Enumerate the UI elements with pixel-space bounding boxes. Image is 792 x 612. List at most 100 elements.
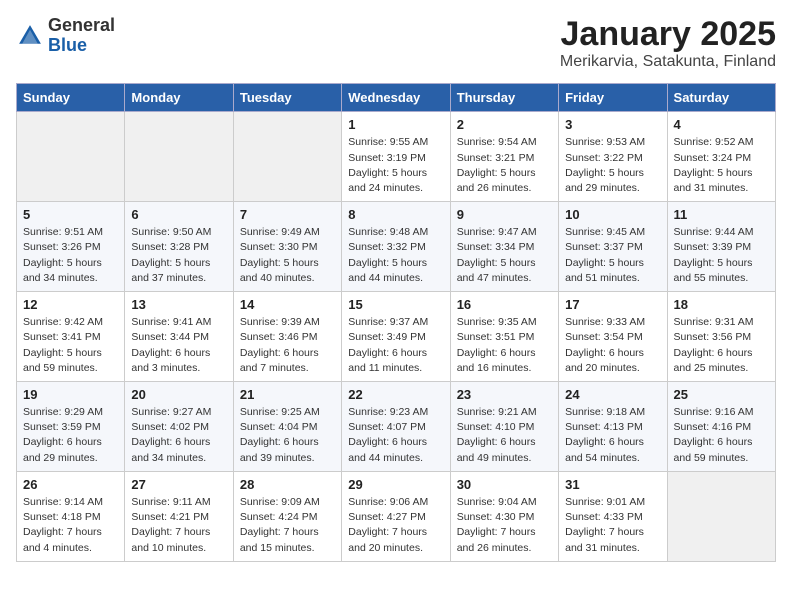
day-cell: 20Sunrise: 9:27 AM Sunset: 4:02 PM Dayli…	[125, 382, 233, 472]
day-cell: 8Sunrise: 9:48 AM Sunset: 3:32 PM Daylig…	[342, 202, 450, 292]
week-row-1: 1 Sunrise: 9:55 AM Sunset: 3:19 PM Daylig…	[17, 112, 776, 202]
day-number: 17	[565, 297, 660, 312]
col-header-monday: Monday	[125, 84, 233, 112]
day-info: Sunrise: 9:06 AM Sunset: 4:27 PM Dayligh…	[348, 495, 443, 556]
logo-blue: Blue	[48, 36, 115, 56]
day-cell	[17, 112, 125, 202]
day-cell: 31 Sunrise: 9:01 AM Sunset: 4:33 PM Dayli…	[559, 471, 667, 561]
day-cell: 12 Sunrise: 9:42 AM Sunset: 3:41 PM Dayli…	[17, 292, 125, 382]
logo: General Blue	[16, 16, 115, 56]
day-cell	[125, 112, 233, 202]
day-cell	[667, 471, 775, 561]
day-number: 27	[131, 477, 226, 492]
day-cell: 7 Sunrise: 9:49 AM Sunset: 3:30 PM Daylig…	[233, 202, 341, 292]
day-cell: 21 Sunrise: 9:25 AM Sunset: 4:04 PM Dayli…	[233, 382, 341, 472]
day-number: 20	[131, 387, 226, 402]
day-cell: 15 Sunrise: 9:37 AM Sunset: 3:49 PM Dayli…	[342, 292, 450, 382]
day-cell: 4 Sunrise: 9:52 AM Sunset: 3:24 PM Daylig…	[667, 112, 775, 202]
day-number: 6	[131, 207, 226, 222]
day-cell: 6 Sunrise: 9:50 AM Sunset: 3:28 PM Daylig…	[125, 202, 233, 292]
week-row-2: 5 Sunrise: 9:51 AM Sunset: 3:26 PM Daylig…	[17, 202, 776, 292]
day-info: Sunrise: 9:31 AM Sunset: 3:56 PM Dayligh…	[674, 315, 769, 376]
day-number: 3	[565, 117, 660, 132]
day-cell: 10Sunrise: 9:45 AM Sunset: 3:37 PM Dayli…	[559, 202, 667, 292]
day-cell: 30 Sunrise: 9:04 AM Sunset: 4:30 PM Dayli…	[450, 471, 558, 561]
title-block: January 2025 Merikarvia, Satakunta, Finl…	[560, 16, 776, 71]
col-header-friday: Friday	[559, 84, 667, 112]
day-number: 19	[23, 387, 118, 402]
day-number: 15	[348, 297, 443, 312]
day-number: 18	[674, 297, 769, 312]
day-info: Sunrise: 9:37 AM Sunset: 3:49 PM Dayligh…	[348, 315, 443, 376]
day-info: Sunrise: 9:18 AM Sunset: 4:13 PM Dayligh…	[565, 405, 660, 466]
day-info: Sunrise: 9:45 AM Sunset: 3:37 PM Dayligh…	[565, 225, 660, 286]
day-info: Sunrise: 9:39 AM Sunset: 3:46 PM Dayligh…	[240, 315, 335, 376]
day-cell: 13Sunrise: 9:41 AM Sunset: 3:44 PM Dayli…	[125, 292, 233, 382]
day-info: Sunrise: 9:01 AM Sunset: 4:33 PM Dayligh…	[565, 495, 660, 556]
day-cell: 28Sunrise: 9:09 AM Sunset: 4:24 PM Dayli…	[233, 471, 341, 561]
col-header-sunday: Sunday	[17, 84, 125, 112]
day-info: Sunrise: 9:11 AM Sunset: 4:21 PM Dayligh…	[131, 495, 226, 556]
col-header-tuesday: Tuesday	[233, 84, 341, 112]
day-cell: 2 Sunrise: 9:54 AM Sunset: 3:21 PM Daylig…	[450, 112, 558, 202]
day-cell: 9 Sunrise: 9:47 AM Sunset: 3:34 PM Daylig…	[450, 202, 558, 292]
day-number: 1	[348, 117, 443, 132]
day-info: Sunrise: 9:50 AM Sunset: 3:28 PM Dayligh…	[131, 225, 226, 286]
day-number: 30	[457, 477, 552, 492]
day-info: Sunrise: 9:29 AM Sunset: 3:59 PM Dayligh…	[23, 405, 118, 466]
day-info: Sunrise: 9:41 AM Sunset: 3:44 PM Dayligh…	[131, 315, 226, 376]
day-number: 5	[23, 207, 118, 222]
day-number: 23	[457, 387, 552, 402]
day-number: 25	[674, 387, 769, 402]
day-info: Sunrise: 9:33 AM Sunset: 3:54 PM Dayligh…	[565, 315, 660, 376]
week-row-3: 12 Sunrise: 9:42 AM Sunset: 3:41 PM Dayli…	[17, 292, 776, 382]
calendar-header-row: SundayMondayTuesdayWednesdayThursdayFrid…	[17, 84, 776, 112]
day-info: Sunrise: 9:49 AM Sunset: 3:30 PM Dayligh…	[240, 225, 335, 286]
page-header: General Blue January 2025 Merikarvia, Sa…	[16, 16, 776, 71]
day-info: Sunrise: 9:21 AM Sunset: 4:10 PM Dayligh…	[457, 405, 552, 466]
day-number: 7	[240, 207, 335, 222]
day-number: 16	[457, 297, 552, 312]
day-info: Sunrise: 9:44 AM Sunset: 3:39 PM Dayligh…	[674, 225, 769, 286]
day-info: Sunrise: 9:09 AM Sunset: 4:24 PM Dayligh…	[240, 495, 335, 556]
day-cell: 16Sunrise: 9:35 AM Sunset: 3:51 PM Dayli…	[450, 292, 558, 382]
day-info: Sunrise: 9:25 AM Sunset: 4:04 PM Dayligh…	[240, 405, 335, 466]
day-info: Sunrise: 9:52 AM Sunset: 3:24 PM Dayligh…	[674, 135, 769, 196]
day-number: 24	[565, 387, 660, 402]
day-info: Sunrise: 9:14 AM Sunset: 4:18 PM Dayligh…	[23, 495, 118, 556]
day-cell: 5 Sunrise: 9:51 AM Sunset: 3:26 PM Daylig…	[17, 202, 125, 292]
day-number: 9	[457, 207, 552, 222]
day-info: Sunrise: 9:04 AM Sunset: 4:30 PM Dayligh…	[457, 495, 552, 556]
day-cell: 1 Sunrise: 9:55 AM Sunset: 3:19 PM Daylig…	[342, 112, 450, 202]
day-info: Sunrise: 9:47 AM Sunset: 3:34 PM Dayligh…	[457, 225, 552, 286]
calendar-subtitle: Merikarvia, Satakunta, Finland	[560, 53, 776, 71]
day-number: 12	[23, 297, 118, 312]
day-cell: 17 Sunrise: 9:33 AM Sunset: 3:54 PM Dayli…	[559, 292, 667, 382]
day-info: Sunrise: 9:53 AM Sunset: 3:22 PM Dayligh…	[565, 135, 660, 196]
day-cell: 24 Sunrise: 9:18 AM Sunset: 4:13 PM Dayli…	[559, 382, 667, 472]
day-number: 2	[457, 117, 552, 132]
day-cell: 22 Sunrise: 9:23 AM Sunset: 4:07 PM Dayli…	[342, 382, 450, 472]
day-cell: 27 Sunrise: 9:11 AM Sunset: 4:21 PM Dayli…	[125, 471, 233, 561]
day-number: 4	[674, 117, 769, 132]
col-header-thursday: Thursday	[450, 84, 558, 112]
day-info: Sunrise: 9:23 AM Sunset: 4:07 PM Dayligh…	[348, 405, 443, 466]
day-cell: 29 Sunrise: 9:06 AM Sunset: 4:27 PM Dayli…	[342, 471, 450, 561]
day-info: Sunrise: 9:51 AM Sunset: 3:26 PM Dayligh…	[23, 225, 118, 286]
day-number: 31	[565, 477, 660, 492]
day-info: Sunrise: 9:54 AM Sunset: 3:21 PM Dayligh…	[457, 135, 552, 196]
day-info: Sunrise: 9:55 AM Sunset: 3:19 PM Dayligh…	[348, 135, 443, 196]
day-info: Sunrise: 9:16 AM Sunset: 4:16 PM Dayligh…	[674, 405, 769, 466]
day-number: 22	[348, 387, 443, 402]
day-info: Sunrise: 9:42 AM Sunset: 3:41 PM Dayligh…	[23, 315, 118, 376]
day-number: 29	[348, 477, 443, 492]
logo-general: General	[48, 16, 115, 36]
day-cell: 14Sunrise: 9:39 AM Sunset: 3:46 PM Dayli…	[233, 292, 341, 382]
col-header-wednesday: Wednesday	[342, 84, 450, 112]
day-number: 21	[240, 387, 335, 402]
day-cell: 23 Sunrise: 9:21 AM Sunset: 4:10 PM Dayli…	[450, 382, 558, 472]
day-number: 8	[348, 207, 443, 222]
week-row-5: 26Sunrise: 9:14 AM Sunset: 4:18 PM Dayli…	[17, 471, 776, 561]
logo-icon	[16, 22, 44, 50]
day-cell: 3 Sunrise: 9:53 AM Sunset: 3:22 PM Daylig…	[559, 112, 667, 202]
